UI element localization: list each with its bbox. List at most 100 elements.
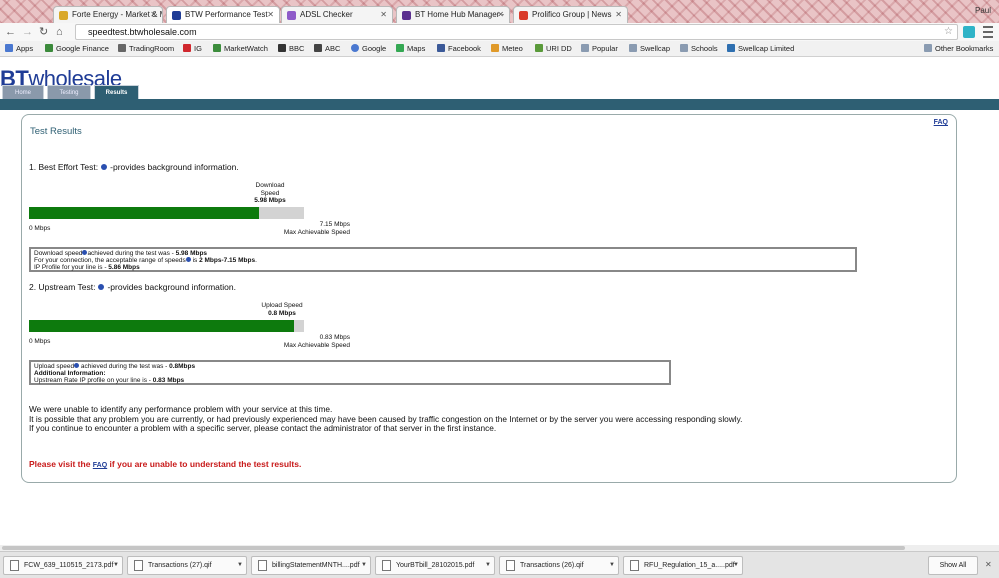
- qif-file-icon: [134, 560, 143, 571]
- upload-min-label: 0 Mbps: [29, 338, 51, 345]
- bookmark-label: Apps: [16, 44, 34, 53]
- upload-info-line: Upstream Rate IP profile on your line is…: [34, 377, 666, 384]
- close-icon[interactable]: ✕: [615, 7, 622, 23]
- bookmark-bbc[interactable]: BBC: [278, 43, 304, 55]
- download-item[interactable]: Transactions (26).qif ▼: [499, 556, 619, 575]
- bookmark-google[interactable]: Google: [351, 43, 386, 55]
- bookmark-label: Google Finance: [56, 44, 109, 53]
- bookmark-uri-dd[interactable]: URI DD: [535, 43, 572, 55]
- nav-bar-band: [0, 99, 999, 110]
- results-panel: FAQ Test Results 1. Best Effort Test: -pr…: [21, 114, 957, 483]
- notice-text: if you are unable to understand the test…: [107, 459, 302, 469]
- section-title: 2. Upstream Test:: [29, 282, 96, 292]
- chevron-down-icon[interactable]: ▼: [361, 557, 367, 574]
- upload-info-line: Upload speed achieved during the test wa…: [34, 363, 666, 370]
- bookmark-star-icon[interactable]: ☆: [944, 25, 953, 39]
- maps-icon: [396, 44, 404, 52]
- extension-icon[interactable]: [963, 26, 975, 38]
- bookmark-label: Other Bookmarks: [935, 44, 994, 53]
- download-filename: YourBTbill_28102015.pdf: [396, 562, 475, 569]
- folder-icon: [629, 44, 637, 52]
- forward-arrow-icon[interactable]: →: [22, 25, 33, 39]
- max-value: 0.83 Mbps: [319, 334, 350, 341]
- bookmark-ig[interactable]: IG: [183, 43, 202, 55]
- info-value: 5.86 Mbps: [108, 264, 140, 271]
- scrollbar-thumb[interactable]: [2, 546, 905, 550]
- close-icon[interactable]: ✕: [985, 560, 992, 569]
- bt-favicon-icon: [172, 11, 181, 20]
- show-all-downloads-button[interactable]: Show All: [928, 556, 978, 575]
- bookmark-label: Facebook: [448, 44, 481, 53]
- chevron-down-icon[interactable]: ▼: [733, 557, 739, 574]
- download-item[interactable]: billingStatementMNTH....pdf ▼: [251, 556, 371, 575]
- address-bar[interactable]: speedtest.btwholesale.com ☆: [75, 24, 958, 40]
- pdf-file-icon: [630, 560, 639, 571]
- bookmark-tradingroom[interactable]: TradingRoom: [118, 43, 174, 55]
- info-text: For your connection, the acceptable rang…: [34, 257, 186, 264]
- prolifico-favicon-icon: [519, 11, 528, 20]
- tab-title: BT Home Hub Manager -: [415, 10, 505, 19]
- close-icon[interactable]: ✕: [380, 7, 387, 23]
- close-icon[interactable]: ✕: [150, 7, 157, 23]
- bookmark-facebook[interactable]: Facebook: [437, 43, 481, 55]
- upload-speed-label: Upload Speed 0.8 Mbps: [254, 302, 310, 317]
- chevron-down-icon[interactable]: ▼: [485, 557, 491, 574]
- tab-forte-energy[interactable]: Forte Energy - Market & M ✕: [53, 6, 163, 23]
- address-url: speedtest.btwholesale.com: [88, 27, 197, 37]
- bookmark-label: IG: [194, 44, 202, 53]
- bookmark-meteo[interactable]: Meteo: [491, 43, 523, 55]
- home-icon[interactable]: ⌂: [56, 25, 63, 39]
- info-value: 0.83 Mbps: [152, 377, 185, 384]
- nav-tab-results[interactable]: Results: [94, 85, 139, 99]
- bookmark-label: Popular: [592, 44, 618, 53]
- bookmark-label: URI DD: [546, 44, 572, 53]
- back-arrow-icon[interactable]: ←: [5, 25, 16, 39]
- tab-title: BTW Performance Test: [185, 10, 268, 19]
- profile-user-name[interactable]: Paul: [975, 6, 991, 15]
- bookmark-folder-schools[interactable]: Schools: [680, 43, 718, 55]
- download-item[interactable]: Transactions (27).qif ▼: [127, 556, 247, 575]
- download-filename: billingStatementMNTH....pdf: [272, 562, 360, 569]
- info-text: Download speed: [34, 250, 83, 257]
- section-title: 1. Best Effort Test:: [29, 162, 99, 172]
- menu-icon[interactable]: [983, 26, 993, 38]
- close-icon[interactable]: ✕: [267, 7, 274, 23]
- download-item[interactable]: FCW_639_110515_2173.pdf ▼: [3, 556, 123, 575]
- tab-btw-performance-test[interactable]: BTW Performance Test ✕: [166, 6, 280, 23]
- nav-tab-testing[interactable]: Testing: [47, 85, 91, 99]
- reload-icon[interactable]: ↻: [39, 25, 48, 39]
- download-item[interactable]: YourBTbill_28102015.pdf ▼: [375, 556, 495, 575]
- nav-tab-home[interactable]: Home: [2, 85, 44, 99]
- tab-title: Prolifico Group | News: [532, 10, 612, 19]
- download-item[interactable]: RFU_Regulation_15_a.....pdf ▼: [623, 556, 743, 575]
- bookmark-folder-swellcap[interactable]: Swellcap: [629, 43, 670, 55]
- chevron-down-icon[interactable]: ▼: [237, 557, 243, 574]
- info-value: 5.98 Mbps: [175, 250, 208, 257]
- bookmark-google-finance[interactable]: Google Finance: [45, 43, 109, 55]
- info-value: 2 Mbps-7.15 Mbps: [199, 257, 256, 264]
- bookmark-apps[interactable]: Apps: [5, 43, 33, 55]
- tab-bt-home-hub[interactable]: BT Home Hub Manager - ✕: [396, 6, 510, 23]
- bookmark-label: Meteo: [502, 44, 523, 53]
- bookmark-swellcap-limited[interactable]: Swellcap Limited: [727, 43, 794, 55]
- section-subtitle: -provides background information.: [110, 162, 239, 172]
- info-icon[interactable]: [98, 284, 105, 290]
- bookmark-folder-other[interactable]: Other Bookmarks: [924, 43, 993, 55]
- info-icon[interactable]: [101, 164, 108, 170]
- tab-prolifico-group[interactable]: Prolifico Group | News ✕: [513, 6, 628, 23]
- bookmark-marketwatch[interactable]: MarketWatch: [213, 43, 268, 55]
- chevron-down-icon[interactable]: ▼: [113, 557, 119, 574]
- info-text: is: [190, 257, 200, 264]
- chevron-down-icon[interactable]: ▼: [609, 557, 615, 574]
- apps-grid-icon: [5, 44, 13, 52]
- tab-adsl-checker[interactable]: ADSL Checker ✕: [281, 6, 393, 23]
- bookmark-maps[interactable]: Maps: [396, 43, 425, 55]
- faq-link[interactable]: FAQ: [934, 119, 948, 126]
- facebook-icon: [437, 44, 445, 52]
- info-text: .: [255, 257, 257, 264]
- bookmark-folder-popular[interactable]: Popular: [581, 43, 618, 55]
- faq-inline-link[interactable]: FAQ: [93, 462, 107, 469]
- bookmark-abc[interactable]: ABC: [314, 43, 340, 55]
- download-filename: FCW_639_110515_2173.pdf: [24, 562, 114, 569]
- close-icon[interactable]: ✕: [497, 7, 504, 23]
